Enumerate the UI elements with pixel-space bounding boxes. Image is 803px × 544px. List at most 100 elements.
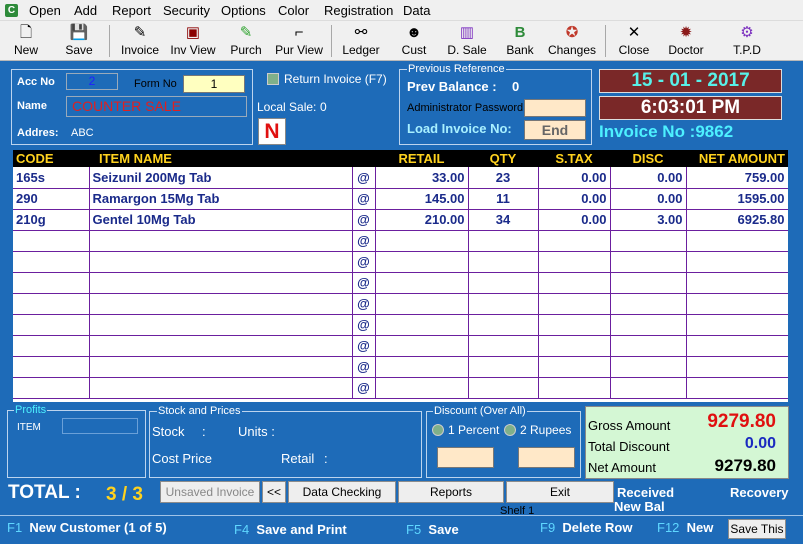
menu-security[interactable]: Security [163, 3, 210, 18]
cell-retail[interactable] [375, 356, 469, 378]
cell-at[interactable]: @ [352, 188, 376, 210]
new-button[interactable]: 🗋 New [8, 23, 44, 59]
cell-retail[interactable] [375, 335, 469, 357]
cell-stax[interactable]: 0.00 [538, 209, 611, 231]
unsaved-invoice-button[interactable]: Unsaved Invoice [160, 481, 260, 503]
cell-disc[interactable] [610, 335, 687, 357]
bank-button[interactable]: B Bank [503, 23, 537, 59]
cell-qty[interactable] [468, 272, 539, 294]
acc-no-field[interactable]: 2 [66, 73, 118, 90]
discount-rupees-radio[interactable] [504, 424, 516, 436]
cell-item-name[interactable] [89, 251, 353, 273]
cell-retail[interactable] [375, 230, 469, 252]
cell-at[interactable]: @ [352, 167, 376, 189]
cell-qty[interactable] [468, 356, 539, 378]
cell-qty[interactable] [468, 335, 539, 357]
return-invoice-checkbox[interactable] [267, 73, 279, 85]
cell-disc[interactable]: 0.00 [610, 188, 687, 210]
cell-net-amount[interactable] [686, 377, 788, 399]
doctor-button[interactable]: ✹ Doctor [666, 23, 706, 59]
cell-disc[interactable] [610, 314, 687, 336]
form-no-field[interactable]: 1 [183, 75, 245, 93]
cell-disc[interactable] [610, 377, 687, 399]
table-row[interactable]: 165s Seizunil 200Mg Tab @33.00 23 0.00 0.00 75… [13, 167, 788, 189]
cell-item-name[interactable]: Ramargon 15Mg Tab [89, 188, 353, 210]
cell-qty[interactable]: 34 [468, 209, 539, 231]
end-field[interactable]: End [524, 120, 586, 140]
cell-item-name[interactable]: Gentel 10Mg Tab [89, 209, 353, 231]
tpd-button[interactable]: ⚙ T.P.D [729, 23, 765, 59]
cell-net-amount[interactable]: 1595.00 [686, 188, 788, 210]
menu-options[interactable]: Options [221, 3, 266, 18]
discount-rupees-input[interactable] [518, 447, 575, 468]
cell-code[interactable]: 165s [13, 167, 90, 189]
cell-at[interactable]: @ [352, 230, 376, 252]
fkey-save-and-print[interactable]: F4 Save and Print [234, 522, 347, 537]
cell-net-amount[interactable] [686, 272, 788, 294]
admin-password-input[interactable] [524, 99, 586, 117]
cell-at[interactable]: @ [352, 293, 376, 315]
purch-button[interactable]: ✎ Purch [228, 23, 264, 59]
cell-at[interactable]: @ [352, 251, 376, 273]
cell-retail[interactable] [375, 377, 469, 399]
customer-name-field[interactable]: COUNTER SALE [66, 96, 247, 117]
cell-item-name[interactable] [89, 230, 353, 252]
cell-qty[interactable]: 23 [468, 167, 539, 189]
cell-retail[interactable] [375, 272, 469, 294]
table-row[interactable]: @ [13, 230, 788, 252]
fkey-delete-row[interactable]: F9 Delete Row [540, 520, 632, 535]
cell-stax[interactable] [538, 377, 611, 399]
discount-percent-input[interactable] [437, 447, 494, 468]
table-row[interactable]: @ [13, 314, 788, 336]
cell-stax[interactable] [538, 251, 611, 273]
cell-retail[interactable] [375, 314, 469, 336]
cell-retail[interactable]: 33.00 [375, 167, 469, 189]
save-this-button[interactable]: Save This [728, 519, 786, 539]
cell-retail[interactable] [375, 293, 469, 315]
ledger-button[interactable]: ⚯ Ledger [340, 23, 382, 59]
menu-open[interactable]: Open [29, 3, 61, 18]
table-row[interactable]: 290 Ramargon 15Mg Tab @145.00 11 0.00 0.00 159… [13, 188, 788, 210]
app-icon[interactable]: C [5, 4, 18, 17]
cell-retail[interactable]: 210.00 [375, 209, 469, 231]
menu-report[interactable]: Report [112, 3, 151, 18]
cell-retail[interactable] [375, 251, 469, 273]
table-row[interactable]: @ [13, 356, 788, 378]
cell-item-name[interactable] [89, 335, 353, 357]
cell-disc[interactable] [610, 293, 687, 315]
cell-item-name[interactable] [89, 293, 353, 315]
cust-button[interactable]: ☻ Cust [398, 23, 430, 59]
cell-net-amount[interactable] [686, 293, 788, 315]
close-button[interactable]: ✕ Close [616, 23, 652, 59]
cell-qty[interactable] [468, 314, 539, 336]
sale-type-flag[interactable]: N [258, 118, 286, 145]
cell-net-amount[interactable]: 6925.80 [686, 209, 788, 231]
cell-stax[interactable] [538, 335, 611, 357]
cell-net-amount[interactable] [686, 356, 788, 378]
fkey-new-customer[interactable]: F1 New Customer (1 of 5) [7, 520, 167, 535]
cell-code[interactable] [13, 314, 90, 336]
cell-item-name[interactable]: Seizunil 200Mg Tab [89, 167, 353, 189]
cell-stax[interactable] [538, 293, 611, 315]
cell-code[interactable] [13, 335, 90, 357]
cell-at[interactable]: @ [352, 377, 376, 399]
cell-disc[interactable] [610, 272, 687, 294]
menu-data[interactable]: Data [403, 3, 430, 18]
cell-net-amount[interactable] [686, 251, 788, 273]
exit-button[interactable]: Exit [506, 481, 614, 503]
cell-qty[interactable] [468, 251, 539, 273]
cell-qty[interactable]: 11 [468, 188, 539, 210]
cell-item-name[interactable] [89, 314, 353, 336]
table-row[interactable]: @ [13, 251, 788, 273]
table-row[interactable]: @ [13, 293, 788, 315]
cell-code[interactable] [13, 272, 90, 294]
cell-disc[interactable] [610, 251, 687, 273]
cell-at[interactable]: @ [352, 335, 376, 357]
cell-stax[interactable] [538, 272, 611, 294]
cell-qty[interactable] [468, 377, 539, 399]
table-row[interactable]: @ [13, 272, 788, 294]
fkey-save[interactable]: F5 Save [406, 522, 459, 537]
cell-stax[interactable]: 0.00 [538, 167, 611, 189]
cell-stax[interactable] [538, 356, 611, 378]
cell-item-name[interactable] [89, 356, 353, 378]
